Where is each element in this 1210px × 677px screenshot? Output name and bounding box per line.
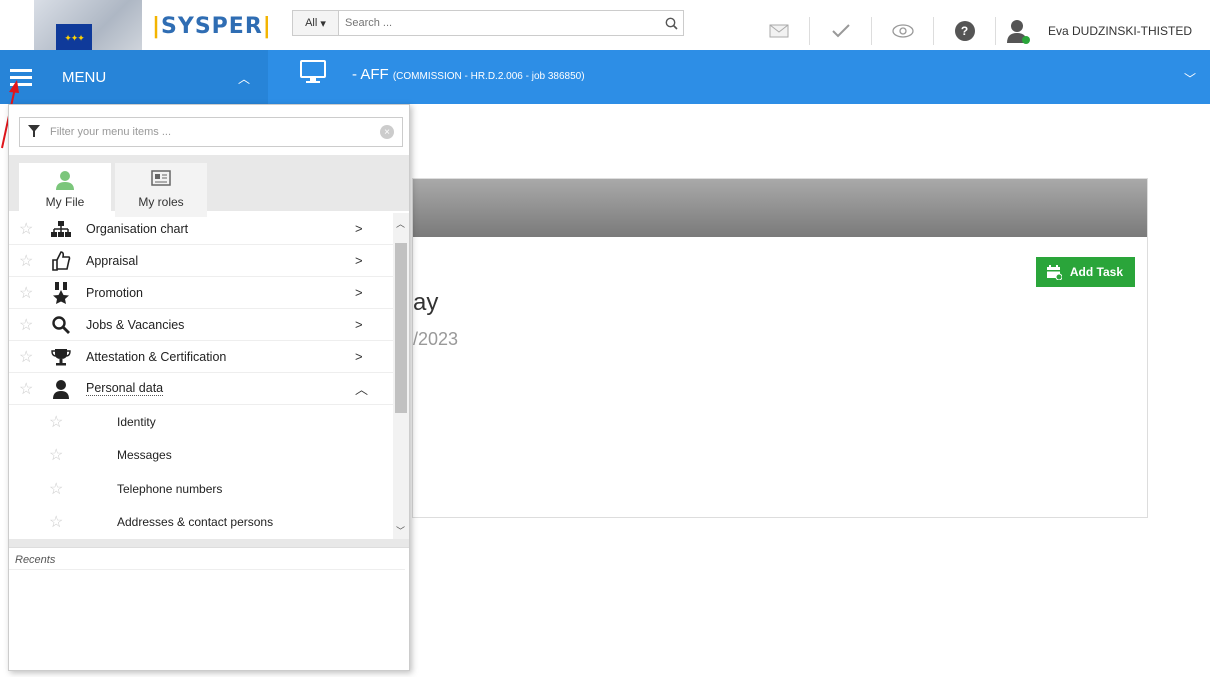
menu-filter[interactable]: Filter your menu items ... × <box>19 117 403 147</box>
submenu-item-addresses-contact-persons[interactable]: ☆ Addresses & contact persons <box>9 506 394 540</box>
search-scope-dropdown[interactable]: All ▾ <box>293 11 339 35</box>
scroll-down-icon[interactable]: ﹀ <box>396 524 405 537</box>
menu-item-organisation-chart[interactable]: ☆ Organisation chart > <box>9 213 394 245</box>
organisation-chart-icon <box>49 220 73 237</box>
submenu-item-label: Telephone numbers <box>117 481 223 496</box>
submenu-item-label: Identity <box>117 414 156 429</box>
favorite-star-icon[interactable]: ☆ <box>19 283 33 303</box>
card-title-fragment: ay <box>413 289 439 316</box>
favorite-star-icon[interactable]: ☆ <box>19 347 33 367</box>
menu-list: ☆ Organisation chart > ☆ Appraisal > ☆ P… <box>9 213 394 539</box>
favorite-star-icon[interactable]: ☆ <box>49 479 63 499</box>
help-icon[interactable]: ? <box>934 17 996 45</box>
scroll-thumb[interactable] <box>395 243 407 413</box>
top-icon-group: ? Eva DUDZINSKI-THISTED <box>748 8 1192 54</box>
menu-filter-input[interactable]: Filter your menu items ... <box>50 126 380 138</box>
menu-panel: Filter your menu items ... × My File My … <box>8 104 410 671</box>
favorite-star-icon[interactable]: ☆ <box>19 315 33 335</box>
menu-toggle[interactable]: MENU ︿ <box>0 50 268 104</box>
submenu-item-label: Messages <box>117 448 172 463</box>
submenu-item-telephone-numbers[interactable]: ☆ Telephone numbers <box>9 472 394 506</box>
menu-item-label: Promotion <box>86 285 143 300</box>
filter-icon <box>28 124 40 140</box>
checkmark-icon[interactable] <box>810 17 872 45</box>
search-input[interactable] <box>339 11 659 35</box>
tab-my-roles-label: My roles <box>138 195 184 209</box>
chevron-down-icon[interactable]: ﹀ <box>1184 70 1196 87</box>
submenu-item-label: Addresses & contact persons <box>117 515 274 530</box>
menu-item-label: Personal data <box>86 381 164 396</box>
scroll-up-icon[interactable]: ︿ <box>396 217 405 230</box>
person-icon <box>49 379 73 399</box>
mail-icon[interactable] <box>748 17 810 45</box>
tab-my-file[interactable]: My File <box>19 163 111 217</box>
person-icon <box>54 169 76 191</box>
chevron-right-icon: > <box>355 349 363 364</box>
chevron-up-icon[interactable]: ︿ <box>238 70 250 87</box>
recents-label: Recents <box>9 548 405 570</box>
user-avatar-icon[interactable] <box>996 17 1040 45</box>
menu-tabs: My File My roles <box>9 155 409 217</box>
search-icon[interactable] <box>659 11 683 35</box>
menu-item-jobs-vacancies[interactable]: ☆ Jobs & Vacancies > <box>9 309 394 341</box>
sysper-logo[interactable]: |SYSPER| <box>152 14 272 39</box>
favorite-star-icon[interactable]: ☆ <box>49 445 63 465</box>
menu-item-label: Attestation & Certification <box>86 349 227 364</box>
user-name[interactable]: Eva DUDZINSKI-THISTED <box>1048 24 1192 38</box>
clear-icon[interactable]: × <box>380 125 394 139</box>
submenu-item-identity[interactable]: ☆ Identity <box>9 405 394 439</box>
favorite-star-icon[interactable]: ☆ <box>19 219 33 239</box>
favorite-star-icon[interactable]: ☆ <box>49 412 63 432</box>
tab-my-roles[interactable]: My roles <box>115 163 207 217</box>
thumbs-up-icon <box>49 250 73 271</box>
chevron-up-icon: ︿ <box>355 382 369 397</box>
monitor-icon <box>300 60 326 84</box>
chevron-right-icon: > <box>355 317 363 332</box>
eye-icon[interactable] <box>872 17 934 45</box>
submenu-item-messages[interactable]: ☆ Messages <box>9 439 394 473</box>
add-task-button[interactable]: Add Task <box>1035 257 1135 287</box>
add-task-label: Add Task <box>1069 265 1123 279</box>
menu-item-promotion[interactable]: ☆ Promotion > <box>9 277 394 309</box>
menu-item-label: Organisation chart <box>86 221 189 236</box>
menu-label: MENU <box>62 68 107 86</box>
menu-item-personal-data[interactable]: ☆ Personal data ︿ <box>9 373 394 405</box>
magnifier-icon <box>49 315 73 334</box>
recents-divider <box>9 539 409 547</box>
menu-scrollbar[interactable]: ︿ ﹀ <box>393 213 409 539</box>
context-title: - AFF (COMMISSION - HR.D.2.006 - job 386… <box>352 66 585 83</box>
favorite-star-icon[interactable]: ☆ <box>49 512 63 532</box>
card-header <box>413 179 1147 237</box>
chevron-right-icon: > <box>355 253 363 268</box>
card-date-fragment: /2023 <box>413 329 459 349</box>
id-card-icon <box>151 169 171 191</box>
chevron-right-icon: > <box>355 221 363 236</box>
medal-icon <box>49 281 73 304</box>
tab-my-file-label: My File <box>45 195 85 209</box>
eu-flag-icon: ✦✦✦ <box>56 24 92 52</box>
calendar-add-icon <box>1046 265 1062 280</box>
recents-panel: Recents <box>9 547 409 670</box>
favorite-star-icon[interactable]: ☆ <box>19 379 33 399</box>
global-search: All ▾ <box>292 10 684 36</box>
chevron-right-icon: > <box>355 285 363 300</box>
trophy-icon <box>49 348 73 366</box>
menu-item-label: Jobs & Vacancies <box>86 317 185 332</box>
menu-item-label: Appraisal <box>86 253 139 268</box>
content-card: Add Task ay /2023 <box>412 178 1148 518</box>
menu-item-appraisal[interactable]: ☆ Appraisal > <box>9 245 394 277</box>
favorite-star-icon[interactable]: ☆ <box>19 251 33 271</box>
menu-item-attestation-certification[interactable]: ☆ Attestation & Certification > <box>9 341 394 373</box>
